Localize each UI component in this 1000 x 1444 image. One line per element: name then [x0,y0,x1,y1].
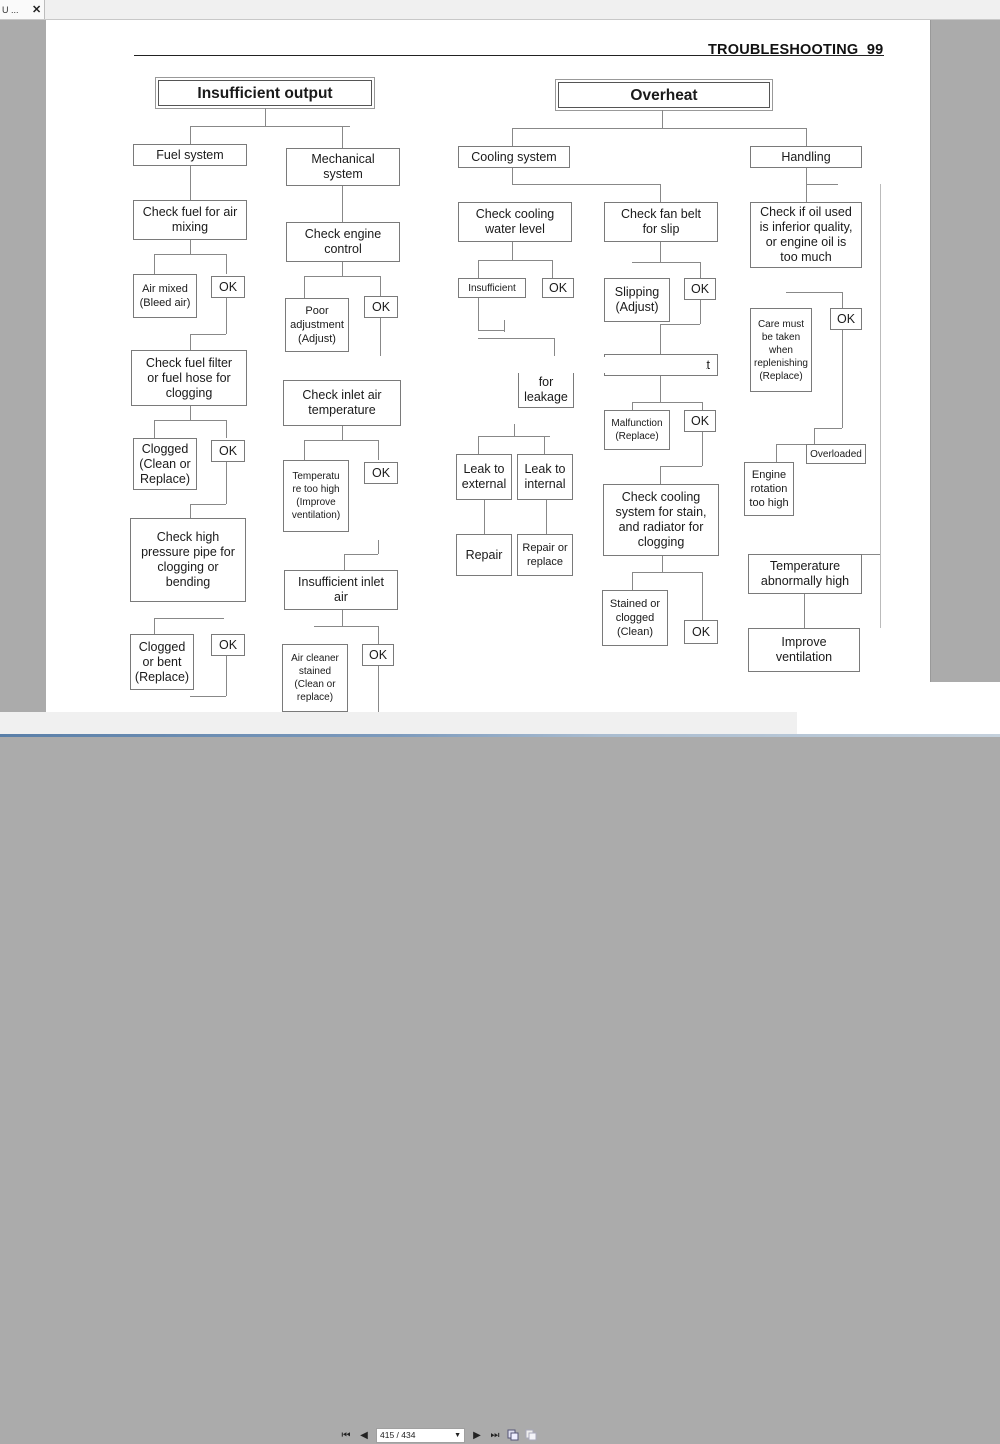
flow-title-overheat: Overheat [555,79,773,111]
node-overloaded: Overloaded [806,444,866,464]
node-ok: OK [684,410,716,432]
node-check-high-pressure-pipe: Check high pressure pipe for clogging or… [130,518,246,602]
next-page-icon[interactable]: ▶ [471,1428,483,1442]
node-stained-or-clogged: Stained or clogged (Clean) [602,590,668,646]
node-insufficient: Insufficient [458,278,526,298]
node-ok: OK [364,296,398,318]
tab-bar: U ... ✕ [0,0,1000,20]
document-page: TROUBLESHOOTING 99 Insufficient output F… [46,20,930,712]
node-malfunction-replace: Malfunction (Replace) [604,410,670,450]
single-page-view-icon[interactable] [507,1429,519,1441]
viewer-right-margin [930,20,1000,682]
page-number: 99 [866,42,884,58]
node-check-inlet-air-temperature: Check inlet air temperature [283,380,401,426]
node-leak-to-external: Leak to external [456,454,512,500]
navigation-toolbar: ⏮ ◀ 415 / 434 ▼ ▶ ⏭ [0,712,797,1443]
node-ok: OK [362,644,394,666]
node-slipping-adjust: Slipping (Adjust) [604,278,670,322]
node-poor-adjustment: Poor adjustment (Adjust) [285,298,349,352]
node-leak-to-internal: Leak to internal [517,454,573,500]
node-check-fuel-filter: Check fuel filter or fuel hose for clogg… [131,350,247,406]
node-air-cleaner-stained: Air cleaner stained (Clean or replace) [282,644,348,712]
header-title: TROUBLESHOOTING [708,42,859,58]
page-indicator: 415 / 434 [380,1429,416,1440]
tab-label: U ... [2,5,19,15]
node-repair-or-replace: Repair or replace [517,534,573,576]
node-air-mixed: Air mixed (Bleed air) [133,274,197,318]
node-check-for-leakage: for leakage [518,372,574,408]
node-ok: OK [542,278,574,298]
first-page-icon[interactable]: ⏮ [340,1428,352,1442]
node-improve-ventilation: Improve ventilation [748,628,860,672]
node-care-must-be-taken: Care must be taken when replenishing (Re… [750,308,812,392]
node-cooling-system: Cooling system [458,146,570,168]
close-icon[interactable]: ✕ [32,3,41,16]
node-check-cooling-system-stain: Check cooling system for stain, and radi… [603,484,719,556]
node-clogged-or-bent: Clogged or bent (Replace) [130,634,194,690]
node-check-engine-control: Check engine control [286,222,400,262]
node-insufficient-inlet-air: Insufficient inlet air [284,570,398,610]
node-ok: OK [684,620,718,644]
node-fuel-system: Fuel system [133,144,247,166]
page-selector[interactable]: 415 / 434 ▼ [376,1427,465,1443]
node-ok: OK [211,276,245,298]
viewer-left-margin [0,20,46,712]
document-tab[interactable]: U ... ✕ [0,0,45,19]
flow-title-insufficient-output: Insufficient output [155,77,375,109]
previous-page-icon[interactable]: ◀ [358,1428,370,1442]
node-repair: Repair [456,534,512,576]
node-clogged-clean-or-replace: Clogged (Clean or Replace) [133,438,197,490]
render-gap [426,357,706,373]
node-handling: Handling [750,146,862,168]
node-check-fuel-air-mixing: Check fuel for air mixing [133,200,247,240]
last-page-icon[interactable]: ⏭ [489,1428,501,1442]
node-ok: OK [211,440,245,462]
node-ok: OK [830,308,862,330]
node-check-cooling-water-level: Check cooling water level [458,202,572,242]
two-page-view-icon[interactable] [525,1429,537,1441]
node-check-fan-belt: Check fan belt for slip [604,202,718,242]
node-ok: OK [684,278,716,300]
chevron-down-icon[interactable]: ▼ [454,1429,461,1442]
viewer-corner [797,682,1000,734]
node-temperature-too-high: Temperatu re too high (Improve ventilati… [283,460,349,532]
node-engine-rotation-too-high: Engine rotation too high [744,462,794,516]
node-check-oil-quality: Check if oil used is inferior quality, o… [750,202,862,268]
node-temperature-abnormally-high: Temperature abnormally high [748,554,862,594]
page-header: TROUBLESHOOTING 99 [708,42,883,58]
node-ok: OK [364,462,398,484]
node-ok: OK [211,634,245,656]
node-mechanical-system: Mechanical system [286,148,400,186]
